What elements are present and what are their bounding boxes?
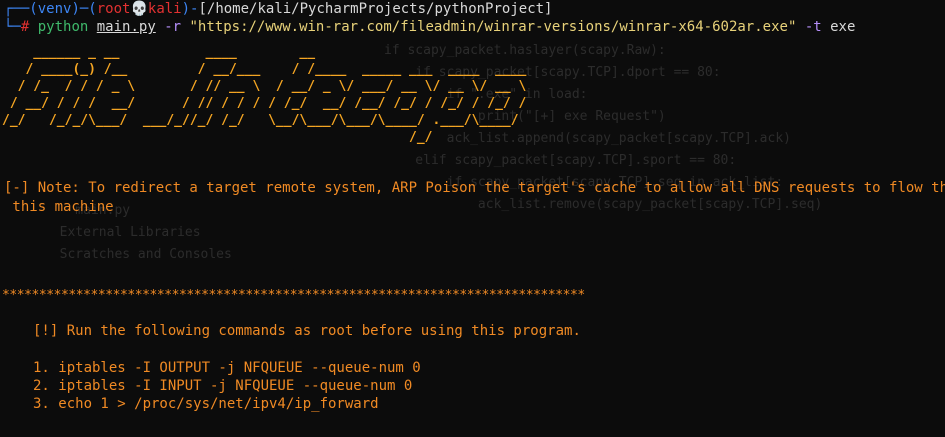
instructions-header: [!] Run the following commands as root b… [33, 323, 581, 339]
note-message: [-] Note: To redirect a target remote sy… [4, 179, 945, 217]
banner-line-6: /_/ [2, 130, 433, 145]
banner-line-5: /_/ /_/_/\___/ ___/_//_/ /_/ \__/\___/\_… [2, 113, 535, 128]
instruction-step-2: 2. iptables -I INPUT -j NFQUEUE --queue-… [33, 378, 413, 394]
prompt-line-2[interactable]: └─# python main.py -r "https://www.win-r… [4, 18, 855, 37]
banner-line-4: / __/ / / / __/ / // / / / / /_/ __/ /__… [2, 96, 535, 111]
prompt-hash: # [20, 19, 30, 35]
prompt-line-1: ┌──(venv)─(root💀kali)-[/home/kali/Pychar… [4, 1, 553, 17]
note-line-1: [-] Note: To redirect a target remote sy… [4, 180, 945, 196]
prompt-user: root [96, 1, 131, 17]
instruction-step-1: 1. iptables -I OUTPUT -j NFQUEUE --queue… [33, 360, 421, 376]
separator-line: ****************************************… [2, 288, 585, 303]
prompt-path: [/home/kali/PycharmProjects/pythonProjec… [198, 1, 553, 17]
banner-line-2: / ____(_) /__ / __/___ / /____ _____ ___… [2, 62, 543, 77]
prompt-host: kali [147, 1, 182, 17]
venv-label: (venv) [29, 1, 80, 17]
terminal-window[interactable]: if scapy_packet.haslayer(scapy.Raw): if … [0, 0, 945, 437]
banner-line-3: / /_ / / / _ \ / // __ \ / __/ _ \/ ___/… [2, 79, 535, 94]
command-type: exe [830, 19, 856, 35]
command-url: "https://www.win-rar.com/fileadmin/winra… [189, 19, 797, 35]
instruction-step-3: 3. echo 1 > /proc/sys/net/ipv4/ip_forwar… [33, 396, 379, 412]
command-python: python [37, 19, 89, 35]
ascii-banner: ______ _ __ ____ __ / ____(_) /__ / __/_… [2, 44, 542, 146]
banner-line-1: ______ _ __ ____ __ [2, 45, 488, 60]
command-flag-r: -r [164, 19, 182, 35]
command-file: main.py [96, 19, 156, 35]
skull-icon: 💀 [130, 1, 148, 17]
command-flag-t: -t [804, 19, 822, 35]
note-line-2: this machine [4, 199, 114, 215]
